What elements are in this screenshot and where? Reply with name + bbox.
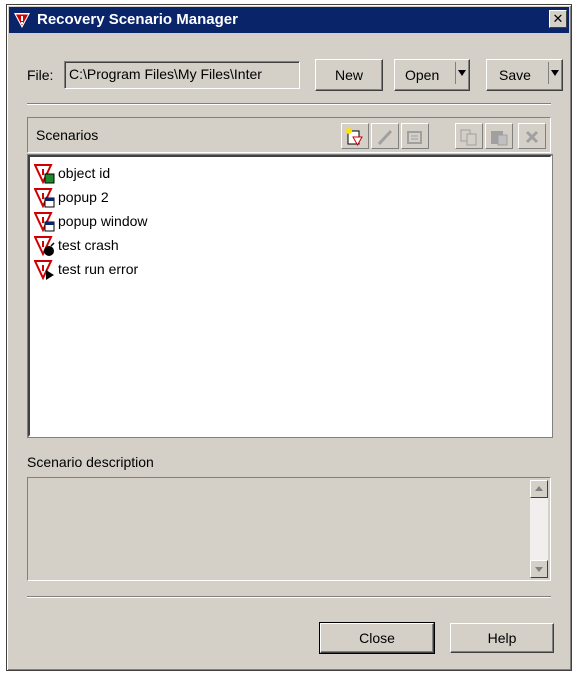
save-dropdown-arrow[interactable] (548, 62, 560, 84)
list-item[interactable]: popup window (30, 209, 550, 233)
scenarios-label: Scenarios (36, 127, 99, 143)
close-icon: ✕ (552, 12, 564, 27)
paste-icon (491, 131, 508, 146)
test-run-error-icon (34, 260, 54, 281)
scenario-description-field[interactable] (27, 477, 551, 581)
list-item[interactable]: object id (30, 161, 550, 185)
scenarios-header: Scenarios (27, 117, 551, 153)
save-button[interactable]: Save (486, 59, 563, 91)
window-title: Recovery Scenario Manager (37, 11, 238, 28)
scenario-properties-button[interactable] (401, 123, 429, 149)
edit-icon (377, 129, 393, 146)
scenarios-list[interactable]: object id popup 2 popup window test cras… (27, 154, 553, 438)
close-button-label: Close (359, 630, 395, 646)
edit-scenario-button[interactable] (371, 123, 399, 149)
list-item[interactable]: test run error (30, 257, 550, 281)
copy-icon (460, 129, 477, 146)
file-label: File: (27, 67, 54, 83)
title-bar[interactable]: Recovery Scenario Manager ✕ (9, 7, 569, 33)
copy-scenario-button[interactable] (455, 123, 483, 149)
open-dropdown-arrow[interactable] (455, 62, 467, 84)
list-item[interactable]: test crash (30, 233, 550, 257)
list-item-label: test run error (58, 261, 139, 277)
help-button[interactable]: Help (450, 623, 554, 653)
popup-window-icon (34, 212, 55, 233)
save-button-label: Save (499, 67, 531, 83)
list-item[interactable]: popup 2 (30, 185, 550, 209)
scroll-down-button[interactable] (530, 560, 548, 578)
delete-icon (525, 130, 539, 144)
bottom-separator (27, 596, 551, 598)
scenario-description-label: Scenario description (27, 454, 154, 470)
recovery-app-icon (14, 13, 30, 28)
new-scenario-icon (346, 128, 363, 147)
scroll-up-button[interactable] (530, 480, 548, 498)
recovery-scenario-manager-dialog: Recovery Scenario Manager ✕ File: C:\Pro… (6, 4, 572, 671)
properties-icon (407, 131, 422, 144)
close-window-button[interactable]: ✕ (549, 10, 567, 28)
close-button[interactable]: Close (319, 622, 435, 654)
description-scrollbar[interactable] (530, 480, 548, 578)
new-button[interactable]: New (315, 59, 383, 91)
new-scenario-button[interactable] (341, 123, 369, 149)
scroll-track[interactable] (530, 498, 548, 560)
new-button-label: New (334, 67, 363, 83)
application-crash-icon (34, 236, 55, 257)
top-separator (27, 103, 551, 105)
popup-window-icon (34, 188, 55, 209)
delete-scenario-button[interactable] (518, 123, 546, 149)
object-state-icon (34, 164, 55, 185)
open-button-label: Open (405, 67, 440, 83)
file-path-field[interactable]: C:\Program Files\My Files\Inter (64, 61, 300, 89)
paste-scenario-button[interactable] (485, 123, 513, 149)
help-button-label: Help (487, 630, 517, 646)
open-button[interactable]: Open (394, 59, 470, 91)
list-item-label: popup window (58, 213, 148, 229)
list-item-label: object id (58, 165, 111, 181)
list-item-label: test crash (58, 237, 119, 253)
list-item-label: popup 2 (58, 189, 109, 205)
